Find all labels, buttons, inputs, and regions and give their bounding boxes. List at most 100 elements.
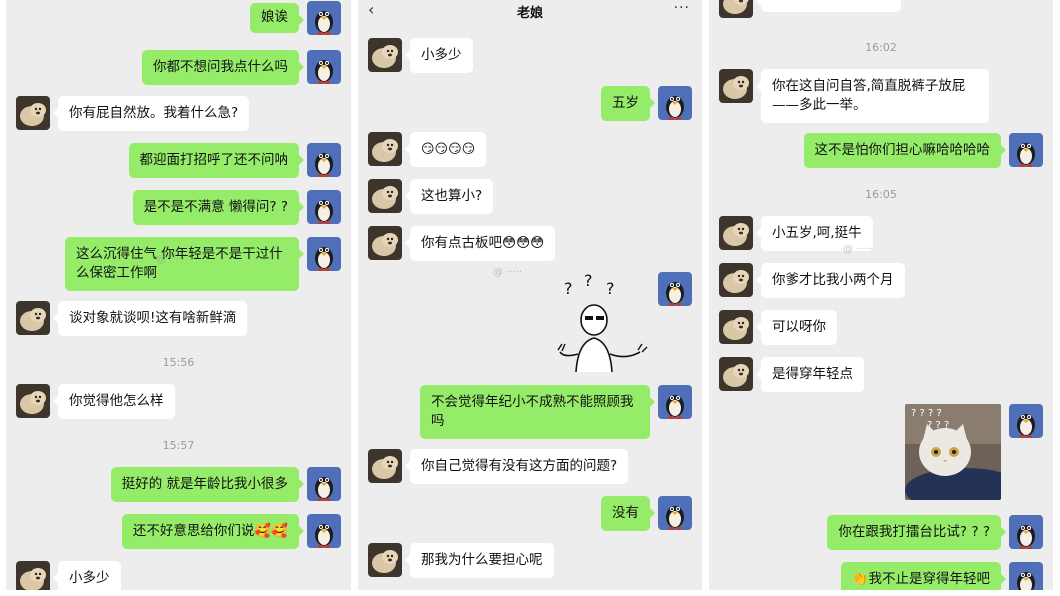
self-avatar[interactable] [1009,133,1043,167]
svg-text:?: ? [584,272,593,290]
self-avatar[interactable] [307,50,341,84]
mom-avatar[interactable] [368,179,402,213]
sent-message[interactable]: 挺好的 就是年龄比我小很多 [110,467,305,502]
penguin-icon [307,190,341,224]
dog-photo-icon [16,301,50,335]
received-message[interactable]: 小多少 [405,38,473,73]
sent-message[interactable]: 五岁 [601,86,655,121]
chat-screenshot-3: 16:02 你在这自问自答,简直脱裤子放屁——多此一举。 这不是怕你们担心嘛哈哈… [709,0,1053,590]
dog-photo-icon [368,132,402,166]
penguin-icon [658,496,692,530]
dog-photo-icon [368,226,402,260]
mom-avatar[interactable] [16,561,50,590]
received-message[interactable]: 你爹才比我小两个月 [756,263,905,298]
mom-avatar[interactable] [719,263,753,297]
mom-avatar[interactable] [368,543,402,577]
mom-avatar[interactable] [368,38,402,72]
confused-cat-sticker[interactable]: ? ? ? ? ? ? ? [905,404,1001,500]
received-message[interactable]: 谈对象就谈呗!这有啥新鲜滴 [52,301,248,336]
penguin-icon [1009,515,1043,549]
chat-title: 老娘 [516,6,543,21]
self-avatar[interactable] [1009,515,1043,549]
penguin-icon [307,467,341,501]
svg-text:?: ? [606,279,615,298]
self-avatar[interactable] [1009,562,1043,590]
mom-avatar[interactable] [16,301,50,335]
self-avatar[interactable] [307,1,341,35]
self-avatar[interactable] [658,86,692,120]
dog-photo-icon [719,310,753,344]
mom-avatar[interactable] [16,384,50,418]
sent-message[interactable]: 都迎面打招呼了还不问呐 [128,143,304,178]
penguin-icon [1009,562,1043,590]
received-message[interactable]: 小多少 [53,561,121,590]
self-avatar[interactable] [307,514,341,548]
self-avatar[interactable] [307,190,341,224]
dog-photo-icon [719,357,753,391]
sent-message[interactable]: 是不是不满意 懒得问? ? [132,190,305,225]
mom-avatar[interactable] [719,216,753,250]
dog-photo-icon [368,179,402,213]
dog-photo-icon [368,38,402,72]
mom-avatar[interactable] [719,69,753,103]
mom-avatar[interactable] [719,0,753,18]
sent-message[interactable]: 还不好意思给你们说🥰🥰 [121,514,305,549]
confused-sticker[interactable]: ? ? ? [554,271,650,373]
received-message[interactable]: 你在这自问自答,简直脱裤子放屁——多此一举。 [756,69,989,123]
penguin-icon [307,50,341,84]
mom-avatar[interactable] [368,132,402,166]
dog-photo-icon [368,543,402,577]
received-message[interactable]: 你有屁自然放。我着什么急? [52,96,250,131]
mom-avatar[interactable] [368,226,402,260]
mom-avatar[interactable] [719,357,753,391]
cat-photo-icon: ? ? ? ? ? ? ? [905,404,1001,500]
self-avatar[interactable] [1009,404,1043,438]
received-message[interactable]: 小五岁,呵,挺牛 [756,216,873,251]
sent-message[interactable]: 你在跟我打擂台比试? ? ? [827,515,1006,550]
sent-message[interactable]: 不会觉得年纪小不成熟不能照顾我吗 [420,385,655,439]
dog-photo-icon [16,96,50,130]
timestamp: 16:05 [865,188,897,201]
self-avatar[interactable] [307,467,341,501]
penguin-icon [658,385,692,419]
chat-screenshot-1: 娘诶 你都不想问我点什么吗 你有屁自然放。我着什么急? 都迎面打招呼了还不问呐 … [6,0,351,590]
svg-text:? ? ? ?: ? ? ? ? [911,408,942,419]
dog-photo-icon [719,69,753,103]
timestamp: 15:57 [162,439,195,452]
mom-avatar[interactable] [16,96,50,130]
self-avatar[interactable] [658,496,692,530]
dog-photo-icon [368,449,402,483]
self-avatar[interactable] [658,385,692,419]
sent-message[interactable]: 这么沉得住气 你年轻是不是干过什么保密工作啊 [65,237,304,291]
penguin-icon [658,86,692,120]
sent-message[interactable]: 娘诶 [250,3,304,33]
received-message[interactable]: 你觉得他怎么样 [53,384,175,419]
received-message[interactable]: 你有点古板吧😳😳😳 [404,226,556,261]
received-message[interactable]: 那我为什么要担心呢 [405,543,554,578]
timestamp: 15:56 [162,356,195,369]
dog-photo-icon [16,384,50,418]
received-message[interactable]: 可以呀你 [756,310,837,345]
sent-message[interactable]: 你都不想问我点什么吗 [142,50,304,85]
penguin-icon [307,1,341,35]
dog-photo-icon [719,216,753,250]
received-message[interactable]: 😏😏😏😏 [404,132,487,167]
received-message[interactable]: 这也算小? [404,179,494,214]
received-message[interactable]: 是得穿年轻点 [756,357,864,392]
received-message[interactable]: 你自己觉得有没有这方面的问题? [404,449,629,484]
penguin-icon [307,514,341,548]
penguin-icon [307,237,341,271]
penguin-icon [1009,133,1043,167]
svg-text:? ? ?: ? ? ? [927,420,949,431]
received-message-cropped[interactable] [756,0,901,12]
more-icon[interactable]: ··· [674,0,690,16]
sent-message[interactable]: 这不是怕你们担心嘛哈哈哈哈 [803,133,1006,168]
mom-avatar[interactable] [719,310,753,344]
self-avatar[interactable] [307,237,341,271]
penguin-icon [1009,404,1043,438]
self-avatar[interactable] [307,143,341,177]
self-avatar[interactable] [658,272,692,306]
sent-message[interactable]: 没有 [601,496,655,531]
sent-message[interactable]: 👏我不止是穿得年轻吧 [840,562,1007,590]
mom-avatar[interactable] [368,449,402,483]
